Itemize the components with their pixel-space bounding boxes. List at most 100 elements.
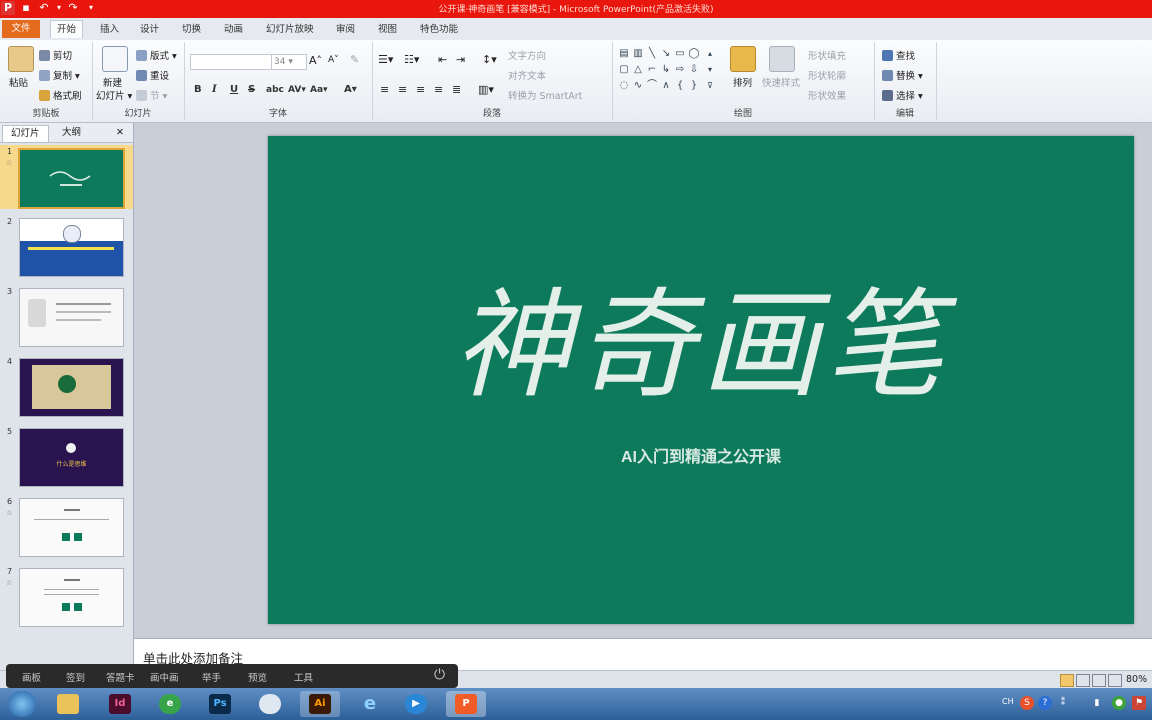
taskbar-powerpoint[interactable]: P — [446, 691, 486, 717]
justify-button[interactable]: ≡ — [434, 83, 443, 96]
start-button[interactable] — [8, 691, 36, 717]
zoom-level[interactable]: 80% — [1126, 674, 1147, 685]
toolbar-preview[interactable]: 预览 — [248, 670, 267, 684]
tab-home[interactable]: 开始 — [50, 20, 84, 38]
find-button[interactable]: 查找 — [882, 48, 915, 62]
taskbar-browser-green[interactable]: e — [150, 691, 190, 717]
brace-right-shape-icon[interactable]: } — [688, 80, 700, 92]
normal-view-icon[interactable] — [1060, 674, 1074, 687]
right-arrow-shape-icon[interactable]: ⇨ — [674, 64, 686, 76]
close-pane-icon[interactable]: ✕ — [108, 125, 132, 141]
paste-icon[interactable] — [8, 46, 34, 72]
numbering-button[interactable]: ☷▾ — [404, 53, 419, 66]
select-button[interactable]: 选择 ▾ — [882, 88, 923, 102]
char-spacing-button[interactable]: AV▾ — [288, 85, 306, 95]
elbow-shape-icon[interactable]: ⌐ — [646, 64, 658, 76]
vertical-textbox-shape-icon[interactable]: ▥ — [632, 48, 644, 60]
format-painter-button[interactable]: 格式刷 — [39, 88, 82, 102]
bold-button[interactable]: B — [194, 84, 202, 95]
curve-shape-icon[interactable]: ∿ — [632, 80, 644, 92]
tab-view[interactable]: 视图 — [372, 21, 403, 38]
convert-smartart-button[interactable]: 转换为 SmartArt — [508, 88, 582, 102]
new-slide-icon[interactable] — [102, 46, 128, 72]
reading-view-icon[interactable] — [1092, 674, 1106, 687]
quick-styles-button[interactable]: 快速样式 — [762, 75, 800, 89]
slide-thumbnail[interactable]: 1 ☆ — [0, 145, 133, 209]
section-button[interactable]: 节 ▾ — [136, 88, 167, 102]
tray-icon[interactable]: ⁑ — [1056, 696, 1070, 710]
increase-indent-button[interactable]: ⇥ — [456, 53, 465, 66]
input-language[interactable]: CH — [1002, 697, 1014, 706]
oval-shape-icon[interactable]: ◯ — [688, 48, 700, 60]
arrange-icon[interactable] — [730, 46, 756, 72]
slideshow-view-icon[interactable] — [1108, 674, 1122, 687]
change-case-button[interactable]: Aa▾ — [310, 85, 328, 95]
slide-thumbnail[interactable]: 5 什么是思维 — [0, 425, 133, 489]
reset-button[interactable]: 重设 — [136, 68, 169, 82]
toolbar-tools[interactable]: 工具 — [294, 670, 313, 684]
columns-button[interactable]: ▥▾ — [478, 83, 494, 96]
font-size-field[interactable]: 34 ▾ — [271, 54, 307, 70]
shadow-button[interactable]: abc — [266, 85, 284, 95]
arc-shape-icon[interactable]: ⌒ — [646, 80, 658, 92]
flag-icon[interactable]: ⚑ — [1132, 696, 1146, 710]
taskbar-ie[interactable]: e — [350, 691, 390, 717]
arrow-line-shape-icon[interactable]: ↘ — [660, 48, 672, 60]
shape-fill-button[interactable]: 形状填充 — [808, 48, 846, 62]
new-slide-button[interactable]: 新建 — [103, 75, 122, 89]
toolbar-picture-in-picture[interactable]: 画中画 — [150, 670, 179, 684]
caret-shape-icon[interactable]: ∧ — [660, 80, 672, 92]
toolbar-draw-board[interactable]: 画板 — [22, 670, 41, 684]
align-right-button[interactable]: ≡ — [416, 83, 425, 96]
align-left-button[interactable]: ≡ — [380, 83, 389, 96]
line-shape-icon[interactable]: ╲ — [646, 48, 658, 60]
down-arrow-shape-icon[interactable]: ⇩ — [688, 64, 700, 76]
font-name-field[interactable] — [190, 54, 272, 70]
slide-sorter-icon[interactable] — [1076, 674, 1090, 687]
toolbar-raise-hand[interactable]: 举手 — [202, 670, 221, 684]
taskbar-explorer[interactable] — [48, 691, 88, 717]
slide-thumbnail[interactable]: 6 ☆ — [0, 495, 133, 559]
tab-transitions[interactable]: 切换 — [176, 21, 207, 38]
tab-outline-pane[interactable]: 大纲 — [54, 125, 89, 141]
tab-special-features[interactable]: 特色功能 — [414, 21, 464, 38]
shapes-scroll-down-icon[interactable]: ▾ — [704, 64, 716, 76]
elbow-arrow-shape-icon[interactable]: ↳ — [660, 64, 672, 76]
triangle-shape-icon[interactable]: △ — [632, 64, 644, 76]
quick-styles-icon[interactable] — [769, 46, 795, 72]
align-text-button[interactable]: 对齐文本 — [508, 68, 546, 82]
slide-thumbnail[interactable]: 2 — [0, 215, 133, 279]
clear-format-icon[interactable]: ✎ — [350, 53, 359, 66]
power-icon[interactable]: ⏻ — [434, 667, 445, 683]
decrease-indent-button[interactable]: ⇤ — [438, 53, 447, 66]
tab-slides-pane[interactable]: 幻灯片 — [2, 125, 49, 142]
freeform-shape-icon[interactable]: ◌ — [618, 80, 630, 92]
shape-effects-button[interactable]: 形状效果 — [808, 88, 846, 102]
slide-thumbnail[interactable]: 4 — [0, 355, 133, 419]
distribute-button[interactable]: ≣ — [452, 83, 461, 96]
shape-outline-button[interactable]: 形状轮廓 — [808, 68, 846, 82]
slide-thumbnail[interactable]: 3 — [0, 285, 133, 349]
replace-button[interactable]: 替换 ▾ — [882, 68, 923, 82]
tab-slideshow[interactable]: 幻灯片放映 — [260, 21, 320, 38]
rectangle-shape-icon[interactable]: ▭ — [674, 48, 686, 60]
security-icon[interactable]: ● — [1112, 696, 1126, 710]
textbox-shape-icon[interactable]: ▤ — [618, 48, 630, 60]
toolbar-answer-card[interactable]: 答题卡 — [106, 670, 135, 684]
toolbar-sign-in[interactable]: 签到 — [66, 670, 85, 684]
layout-button[interactable]: 版式 ▾ — [136, 48, 177, 62]
arrange-button[interactable]: 排列 — [733, 75, 752, 89]
rounded-rect-shape-icon[interactable]: ▢ — [618, 64, 630, 76]
tab-review[interactable]: 审阅 — [330, 21, 361, 38]
shapes-more-icon[interactable]: ⊽ — [704, 80, 716, 92]
underline-button[interactable]: U — [230, 84, 238, 95]
text-direction-button[interactable]: 文字方向 — [508, 48, 546, 62]
slide-thumbnail[interactable]: 7 ☆ — [0, 565, 133, 629]
tab-design[interactable]: 设计 — [134, 21, 165, 38]
taskbar-illustrator[interactable]: Ai — [300, 691, 340, 717]
network-icon[interactable]: ▮ — [1090, 696, 1104, 710]
taskbar-photoshop[interactable]: Ps — [200, 691, 240, 717]
tab-insert[interactable]: 插入 — [94, 21, 125, 38]
line-spacing-button[interactable]: ↕▾ — [482, 53, 497, 66]
grow-font-button[interactable]: A˄ — [309, 54, 322, 67]
